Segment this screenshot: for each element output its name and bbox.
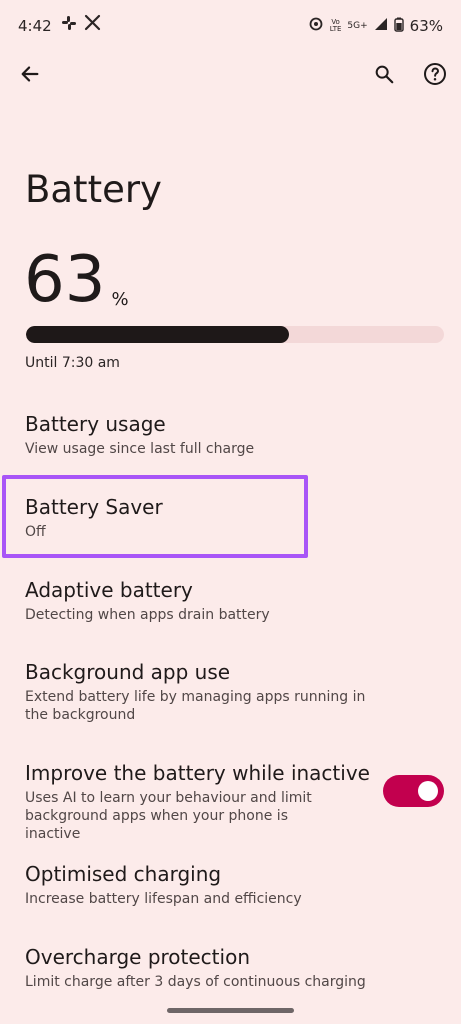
slack-icon	[60, 14, 78, 36]
battery-level-fill	[26, 326, 290, 343]
status-right-group: Vo LTE 5G+ 63%	[308, 16, 443, 36]
status-battery-percent: 63%	[409, 17, 443, 35]
help-circle-icon	[423, 62, 447, 90]
status-time: 4:42	[18, 17, 52, 35]
x-icon	[84, 14, 101, 35]
setting-overcharge-protection[interactable]: Overcharge protection Limit charge after…	[0, 943, 461, 998]
setting-subtitle: Detecting when apps drain battery	[25, 607, 270, 623]
battery-until-text: Until 7:30 am	[25, 355, 120, 371]
setting-subtitle: Uses AI to learn your behaviour and limi…	[25, 790, 312, 842]
arrow-back-icon	[19, 63, 41, 89]
search-icon	[373, 63, 395, 89]
setting-adaptive-battery[interactable]: Adaptive battery Detecting when apps dra…	[0, 576, 461, 631]
setting-optimised-charging[interactable]: Optimised charging Increase battery life…	[0, 860, 461, 915]
signal-icon	[374, 17, 388, 35]
battery-percentage-value: 63	[24, 243, 106, 317]
page-title: Battery	[25, 168, 162, 211]
setting-battery-saver[interactable]: Battery Saver Off	[0, 493, 461, 548]
setting-subtitle: Increase battery lifespan and efficiency	[25, 891, 302, 907]
help-button[interactable]	[415, 56, 455, 96]
setting-title: Battery usage	[25, 412, 166, 436]
setting-background-app-use[interactable]: Background app use Extend battery life b…	[0, 658, 461, 728]
battery-percentage-sign: %	[111, 289, 129, 310]
volte-bottom-label: LTE	[329, 25, 342, 33]
setting-title: Background app use	[25, 660, 231, 684]
setting-title: Overcharge protection	[25, 945, 250, 969]
battery-percentage-display: 63 %	[24, 248, 129, 312]
battery-icon	[393, 17, 404, 36]
setting-title: Improve the battery while inactive	[25, 761, 370, 785]
improve-battery-toggle[interactable]	[383, 775, 444, 807]
setting-title: Optimised charging	[25, 862, 222, 886]
back-button[interactable]	[10, 56, 50, 96]
search-button[interactable]	[364, 56, 404, 96]
setting-subtitle: Extend battery life by managing apps run…	[25, 689, 366, 723]
setting-subtitle: Limit charge after 3 days of continuous …	[25, 974, 366, 990]
status-bar: 4:42 Vo LTE 5G+ 63%	[0, 0, 461, 52]
setting-title: Battery Saver	[25, 495, 163, 519]
setting-subtitle: Off	[25, 524, 46, 540]
setting-title: Adaptive battery	[25, 578, 193, 602]
toggle-knob	[418, 781, 438, 801]
gesture-navigation-bar[interactable]	[167, 1008, 294, 1013]
network-type-label: 5G+	[347, 20, 368, 31]
setting-battery-usage[interactable]: Battery usage View usage since last full…	[0, 410, 461, 465]
volte-indicator: Vo LTE	[330, 19, 342, 33]
location-target-icon	[308, 16, 324, 36]
battery-level-bar	[26, 326, 444, 343]
setting-subtitle: View usage since last full charge	[25, 441, 255, 457]
